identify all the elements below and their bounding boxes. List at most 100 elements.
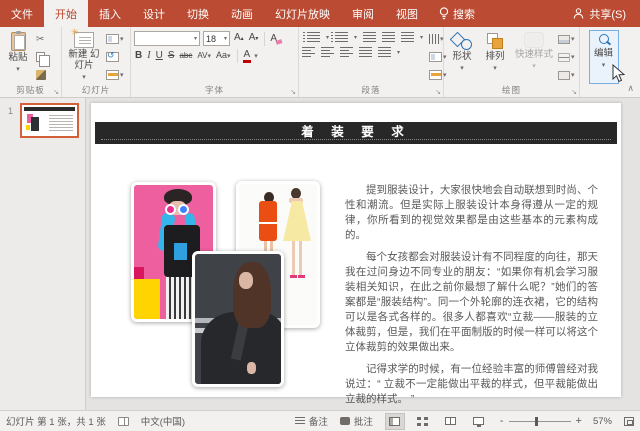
quick-styles-button[interactable]: 快速样式 ▾ <box>513 30 555 84</box>
language-indicator[interactable]: 中文(中国) <box>135 414 191 428</box>
shape-outline-button[interactable]: ▾ <box>558 50 575 64</box>
underline-button[interactable]: U <box>155 50 164 62</box>
layout-button[interactable]: ▾ <box>106 32 124 46</box>
person-icon <box>573 8 584 19</box>
thumbnail-photo-dark <box>31 117 39 131</box>
line-spacing-button[interactable] <box>401 32 414 42</box>
slide-1-thumbnail[interactable] <box>20 103 79 138</box>
slide-title: 着 装 要 求 <box>95 122 617 144</box>
comment-bubble-icon <box>340 417 350 425</box>
paste-dropdown-arrow[interactable]: ▾ <box>16 66 20 74</box>
section-button[interactable]: ▾ <box>106 68 124 82</box>
increase-indent-button[interactable] <box>382 32 395 42</box>
character-spacing-button[interactable]: AV▾ <box>196 50 212 63</box>
comments-button[interactable]: 批注 <box>334 414 379 428</box>
font-color-button[interactable]: A <box>243 50 252 63</box>
thumbnail-photo-yellow <box>26 125 30 130</box>
shape-effects-button[interactable]: ▾ <box>558 68 575 82</box>
zoom-slider-thumb[interactable] <box>535 417 538 426</box>
tab-file[interactable]: 文件 <box>0 0 44 27</box>
zoom-out-button[interactable]: - <box>500 416 504 427</box>
clipboard-dialog-launcher[interactable]: ↘ <box>53 89 59 96</box>
photo-detail <box>178 204 189 215</box>
paste-label: 粘贴 <box>8 53 27 64</box>
new-slide-dropdown-arrow[interactable]: ▾ <box>82 74 86 82</box>
slide-1[interactable]: 着 装 要 求 <box>91 103 621 397</box>
bold-button[interactable]: B <box>134 50 143 62</box>
slide-body-text[interactable]: 提到服装设计，大家很快地会自动联想到时尚、个性和潮流。但是实际上服装设计本身得遵… <box>345 183 598 414</box>
zoom-slider[interactable] <box>509 421 571 422</box>
thumbnail-title-bar <box>24 107 75 111</box>
photo-dark-model[interactable] <box>192 251 284 387</box>
smartart-icon <box>429 70 442 80</box>
drawing-dialog-launcher[interactable]: ↘ <box>571 89 577 96</box>
tab-view[interactable]: 视图 <box>385 0 429 27</box>
columns-button[interactable] <box>378 47 391 57</box>
font-dialog-launcher[interactable]: ↘ <box>290 89 296 96</box>
change-case-button[interactable]: Aa▾ <box>215 49 232 63</box>
bullets-button[interactable] <box>307 32 320 42</box>
strikethrough-button[interactable]: abc <box>178 50 193 62</box>
share-button[interactable]: 共享(S) <box>559 0 640 27</box>
zoom-in-button[interactable]: + <box>576 416 582 427</box>
shape-fill-button[interactable]: ▾ <box>558 32 575 46</box>
ribbon-tab-bar: 文件 开始 插入 设计 切换 动画 幻灯片放映 审阅 视图 搜索 共享(S) <box>0 0 640 27</box>
tell-me-search[interactable]: 搜索 <box>429 0 485 27</box>
reading-view-icon <box>445 417 456 425</box>
photo-detail <box>134 267 144 279</box>
copy-button[interactable]: ▾ <box>36 50 50 64</box>
align-right-button[interactable] <box>340 47 353 57</box>
arrange-button[interactable]: 排列 ▾ <box>480 30 510 84</box>
slide-number: 1 <box>8 106 13 116</box>
fit-slide-button[interactable] <box>618 417 640 426</box>
shadow-button[interactable]: S <box>167 50 176 62</box>
font-size-combobox[interactable]: 18▾ <box>203 31 230 46</box>
slide-sorter-view-button[interactable] <box>413 413 433 430</box>
clear-formatting-button[interactable]: A <box>270 33 277 44</box>
zoom-control: - + <box>495 416 587 427</box>
font-name-combobox[interactable]: ▾ <box>134 31 200 46</box>
slide-title-bar[interactable]: 着 装 要 求 <box>95 122 617 144</box>
collapse-ribbon-button[interactable]: ∧ <box>627 83 634 94</box>
decrease-indent-button[interactable] <box>363 32 376 42</box>
notes-button[interactable]: 备注 <box>289 414 334 428</box>
photo-detail <box>174 243 187 260</box>
slideshow-view-button[interactable] <box>469 413 489 430</box>
normal-view-button[interactable] <box>385 413 405 430</box>
tab-transitions[interactable]: 切换 <box>176 0 220 27</box>
cut-button[interactable]: ✂ <box>36 32 50 46</box>
view-switcher <box>379 413 495 430</box>
arrange-label: 排列 <box>485 52 504 63</box>
paragraph-dialog-launcher[interactable]: ↘ <box>435 89 441 96</box>
shrink-font-button[interactable]: A▾ <box>248 32 260 45</box>
shapes-button[interactable]: 形状 ▾ <box>447 30 477 84</box>
tab-home[interactable]: 开始 <box>44 0 88 27</box>
magnifier-icon <box>597 33 611 47</box>
tab-design[interactable]: 设计 <box>132 0 176 27</box>
slide-canvas: 着 装 要 求 <box>86 98 640 410</box>
zoom-percentage[interactable]: 57% <box>587 416 618 427</box>
tab-animations[interactable]: 动画 <box>220 0 264 27</box>
align-center-button[interactable] <box>321 47 334 57</box>
tab-review[interactable]: 审阅 <box>341 0 385 27</box>
justify-button[interactable] <box>359 47 372 57</box>
italic-button[interactable]: I <box>146 50 151 62</box>
tab-slideshow[interactable]: 幻灯片放映 <box>264 0 341 27</box>
format-painter-button[interactable] <box>36 68 50 82</box>
proofing-button[interactable] <box>112 417 135 426</box>
font-color-dropdown-arrow[interactable]: ▾ <box>254 52 258 60</box>
numbering-button[interactable] <box>335 32 348 42</box>
reset-button[interactable] <box>106 50 124 64</box>
drawing-small-buttons: ▾ ▾ ▾ <box>558 30 575 84</box>
lightbulb-icon <box>439 7 449 20</box>
reading-view-button[interactable] <box>441 413 461 430</box>
align-left-button[interactable] <box>302 47 315 57</box>
new-slide-button[interactable]: 新建 幻灯片 ▾ <box>65 30 103 84</box>
grow-font-button[interactable]: A▴ <box>233 32 245 45</box>
shape-effects-icon <box>558 71 570 80</box>
paste-button[interactable]: 粘贴 ▾ <box>3 30 33 84</box>
slide-sorter-icon <box>417 417 428 426</box>
new-slide-icon <box>74 32 94 48</box>
tabbar-spacer <box>485 0 559 27</box>
tab-insert[interactable]: 插入 <box>88 0 132 27</box>
